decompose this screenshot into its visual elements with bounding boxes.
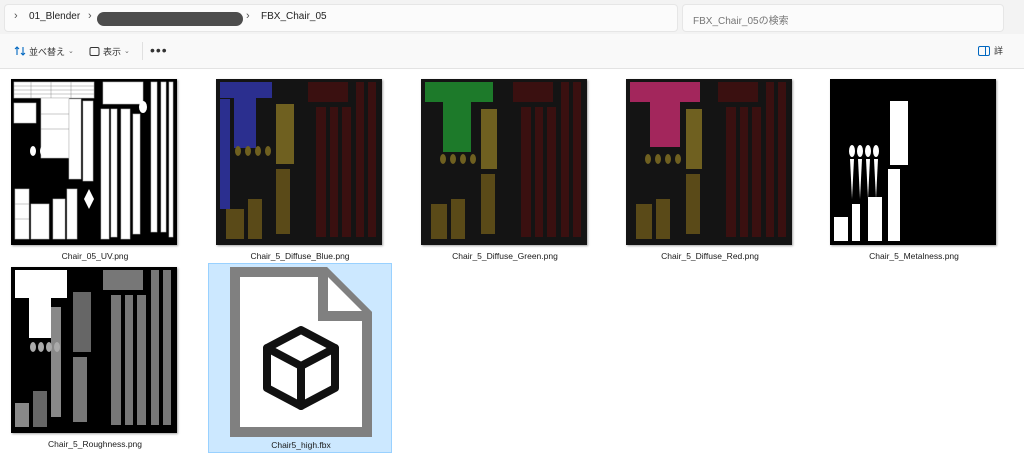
chevron-right-icon[interactable]: ›	[88, 10, 92, 22]
uv-layout-thumbnail	[11, 79, 177, 245]
file-tile-chair-5-diffuse-green[interactable]: Chair_5_Diffuse_Green.png	[413, 75, 597, 265]
sort-icon	[14, 46, 26, 56]
diffuse-red-thumbnail	[626, 79, 792, 245]
file-tile-chair-5-metalness[interactable]: Chair_5_Metalness.png	[822, 75, 1006, 265]
search-input[interactable]: FBX_Chair_05の検索	[682, 4, 1004, 32]
file-tile-chair-5-diffuse-blue[interactable]: Chair_5_Diffuse_Blue.png	[208, 75, 392, 265]
sort-label: 並べ替え	[29, 46, 66, 57]
more-options-button[interactable]: •••	[150, 42, 168, 58]
metalness-thumbnail	[830, 79, 996, 245]
file-tile-chair-5-roughness[interactable]: Chair_5_Roughness.png	[3, 263, 187, 453]
view-icon	[89, 46, 100, 56]
details-pane-icon	[978, 45, 990, 56]
file-name: Chair_5_Diffuse_Blue.png	[250, 251, 350, 261]
details-pane-button[interactable]: 詳	[978, 44, 1003, 57]
chevron-down-icon: ⌄	[124, 48, 130, 55]
file-tile-chair-05-uv[interactable]: Chair_05_UV.png	[3, 75, 187, 265]
chevron-right-icon[interactable]: ›	[246, 10, 250, 22]
file-name: Chair_5_Roughness.png	[47, 439, 143, 449]
file-name: Chair_5_Diffuse_Green.png	[452, 251, 558, 261]
fbx-file-icon	[230, 267, 372, 437]
address-bar: › 01_Blender › › FBX_Chair_05 FBX_Chair_…	[0, 0, 1024, 34]
sort-button[interactable]: 並べ替え ⌄	[14, 43, 74, 59]
search-placeholder: FBX_Chair_05の検索	[693, 16, 789, 27]
file-name: Chair_5_Metalness.png	[869, 251, 959, 261]
details-label: 詳	[994, 46, 1004, 56]
file-tile-chair-5-diffuse-red[interactable]: Chair_5_Diffuse_Red.png	[618, 75, 802, 265]
file-grid: Chair_05_UV.png Chair_5_Diffuse_Blue.png…	[0, 69, 1024, 473]
breadcrumb-item-01-blender[interactable]: 01_Blender	[29, 11, 80, 22]
roughness-thumbnail	[11, 267, 177, 433]
view-label: 表示	[103, 46, 122, 57]
file-name: Chair_05_UV.png	[61, 251, 129, 261]
chevron-right-icon[interactable]: ›	[14, 10, 18, 22]
breadcrumb-item-fbx-chair-05[interactable]: FBX_Chair_05	[261, 11, 327, 22]
chevron-down-icon: ⌄	[68, 48, 74, 55]
command-bar: 並べ替え ⌄ 表示 ⌄ ••• 詳	[0, 34, 1024, 69]
diffuse-blue-thumbnail	[216, 79, 382, 245]
diffuse-green-thumbnail	[421, 79, 587, 245]
breadcrumb[interactable]: › 01_Blender › › FBX_Chair_05	[4, 4, 678, 32]
file-name: Chair_5_Diffuse_Red.png	[661, 251, 759, 261]
toolbar-divider	[142, 42, 143, 60]
file-tile-chair5-high-fbx[interactable]: Chair5_high.fbx	[208, 263, 392, 453]
file-name: Chair5_high.fbx	[271, 440, 331, 450]
view-button[interactable]: 表示 ⌄	[89, 43, 130, 59]
redacted-path-segment	[97, 12, 243, 26]
